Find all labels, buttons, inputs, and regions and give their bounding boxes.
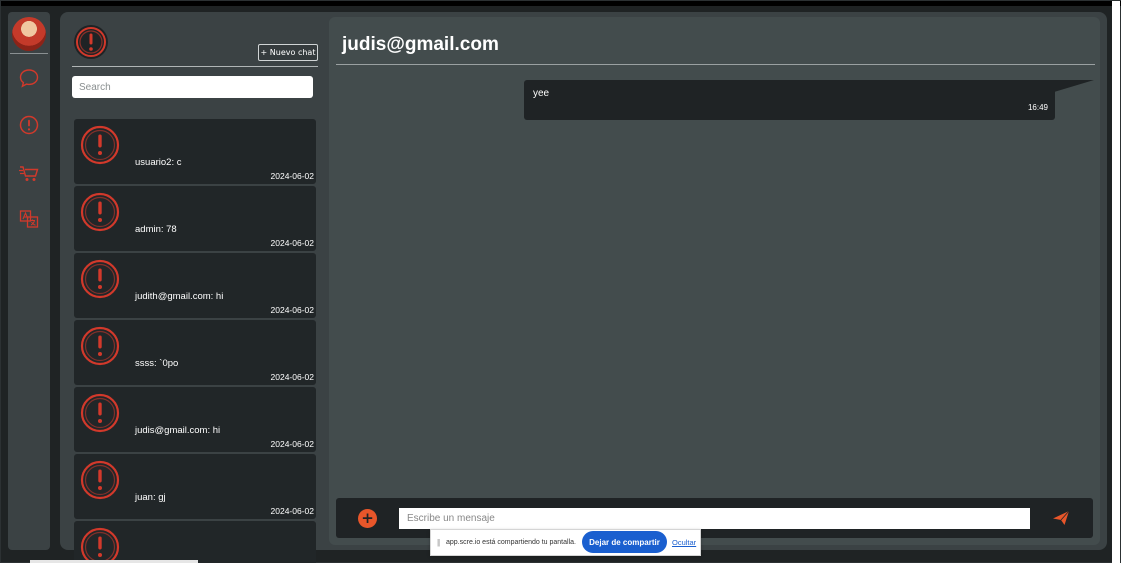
chat-date: 2024-06-02 xyxy=(270,238,314,248)
chat-list-item[interactable]: usuario2: c 2024-06-02 xyxy=(74,119,316,184)
share-banner-text: app.scre.io está compartiendo tu pantall… xyxy=(446,539,576,546)
chat-bubble-icon[interactable] xyxy=(18,67,40,89)
message-time: 16:49 xyxy=(1027,103,1048,112)
alert-icon xyxy=(73,24,109,60)
chat-date: 2024-06-02 xyxy=(270,171,314,181)
message-bubble: yee 16:49 xyxy=(524,80,1055,120)
chat-preview: usuario2: c xyxy=(135,157,182,168)
translate-icon[interactable] xyxy=(18,208,40,230)
drag-handle-icon[interactable]: || xyxy=(437,538,440,547)
right-edge xyxy=(1112,1,1120,563)
chat-preview: judis@gmail.com: hi xyxy=(135,425,221,436)
message-text: yee xyxy=(533,88,550,99)
new-chat-button[interactable]: + Nuevo chat xyxy=(258,44,318,61)
chat-preview: judith@gmail.com: hi xyxy=(135,291,224,302)
message-bubble-tail xyxy=(1054,80,1094,92)
alert-icon xyxy=(80,326,120,366)
chat-preview: admin: 78 xyxy=(135,224,177,235)
chat-list-item[interactable]: judis@gmail.com: hi 2024-06-02 xyxy=(74,387,316,452)
alert-icon xyxy=(80,460,120,500)
chat-list-item[interactable]: judith@gmail.com: hi 2024-06-02 xyxy=(74,253,316,318)
search-input[interactable] xyxy=(72,76,313,98)
stop-sharing-button[interactable]: Dejar de compartir xyxy=(582,531,667,553)
chat-preview: juan: gj xyxy=(135,492,166,503)
alert-icon[interactable] xyxy=(18,114,40,136)
chat-date: 2024-06-02 xyxy=(270,439,314,449)
cart-icon[interactable] xyxy=(18,162,40,184)
message-input[interactable] xyxy=(399,508,1030,529)
chat-date: 2024-06-02 xyxy=(270,506,314,516)
avatar[interactable] xyxy=(12,17,46,51)
list-divider xyxy=(72,66,318,67)
chat-date: 2024-06-02 xyxy=(270,372,314,382)
alert-icon xyxy=(80,125,120,165)
chat-date: 2024-06-02 xyxy=(270,305,314,315)
send-button[interactable] xyxy=(1052,510,1070,526)
hide-link[interactable]: Ocultar xyxy=(672,538,696,547)
alert-icon xyxy=(80,393,120,433)
chat-list-item[interactable] xyxy=(74,521,316,563)
chat-list-item[interactable]: admin: 78 2024-06-02 xyxy=(74,186,316,251)
chat-list-item[interactable]: ssss: `0po 2024-06-02 xyxy=(74,320,316,385)
rail-divider xyxy=(10,53,48,54)
alert-icon xyxy=(80,259,120,299)
conversation-title: judis@gmail.com xyxy=(342,34,499,55)
send-icon xyxy=(1053,510,1070,525)
chat-list-item[interactable]: juan: gj 2024-06-02 xyxy=(74,454,316,519)
alert-icon xyxy=(80,192,120,232)
screen-share-banner: || app.scre.io está compartiendo tu pant… xyxy=(430,529,701,556)
conversation-divider xyxy=(336,64,1095,65)
left-rail xyxy=(8,12,50,550)
chat-preview: ssss: `0po xyxy=(135,358,179,369)
top-border xyxy=(1,1,1121,6)
alert-icon xyxy=(80,527,120,563)
add-attachment-button[interactable]: + xyxy=(358,509,377,528)
